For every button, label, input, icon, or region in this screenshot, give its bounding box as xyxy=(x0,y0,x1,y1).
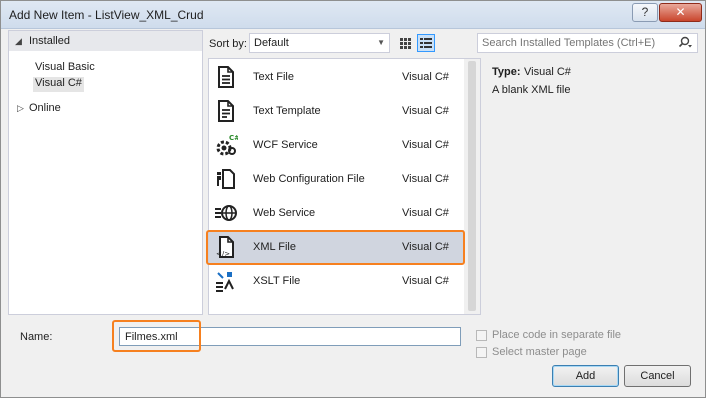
search-input[interactable] xyxy=(482,36,672,50)
window-title: Add New Item - ListView_XML_Crud xyxy=(9,8,204,22)
separate-file-label: Place code in separate file xyxy=(492,329,622,341)
template-language: Visual C# xyxy=(402,71,449,83)
template-name: Text File xyxy=(253,71,294,83)
web-config-icon xyxy=(217,169,235,189)
dialog-content: ◢ Installed Visual Basic Visual C# ▷ Onl… xyxy=(2,30,704,397)
master-page-label: Select master page xyxy=(492,346,587,358)
tree-node-online[interactable]: ▷ Online xyxy=(9,101,202,117)
svg-text:C#: C# xyxy=(229,134,238,142)
list-item[interactable]: XSLT File Visual C# xyxy=(209,264,465,298)
name-field[interactable] xyxy=(119,327,461,346)
template-search-box[interactable] xyxy=(477,33,698,53)
template-name: Text Template xyxy=(253,105,321,117)
template-language: Visual C# xyxy=(402,275,449,287)
separate-file-checkbox[interactable] xyxy=(476,330,487,341)
type-label: Type: xyxy=(492,66,521,78)
list-item[interactable]: Web Service Visual C# xyxy=(209,196,465,230)
list-view-button[interactable] xyxy=(417,34,435,52)
list-view-icon xyxy=(420,38,432,48)
tree-node-installed[interactable]: ◢ Installed xyxy=(9,31,202,51)
close-button[interactable]: ✕ xyxy=(659,3,702,22)
text-file-icon xyxy=(218,66,234,88)
wcf-service-icon: C# xyxy=(216,134,238,156)
template-language: Visual C# xyxy=(402,207,449,219)
template-language: Visual C# xyxy=(402,105,449,117)
template-list-scrollbar[interactable] xyxy=(464,59,480,314)
tree-item-visual-csharp[interactable]: Visual C# xyxy=(33,77,84,92)
template-description: A blank XML file xyxy=(492,84,571,96)
title-bar[interactable]: Add New Item - ListView_XML_Crud ? ✕ xyxy=(1,1,705,29)
template-info-pane: Type: Visual C# A blank XML file xyxy=(482,58,698,315)
template-language: Visual C# xyxy=(402,173,449,185)
template-name: Web Configuration File xyxy=(253,173,365,185)
tree-label-installed: Installed xyxy=(29,35,70,47)
search-icon[interactable] xyxy=(677,36,693,50)
list-item[interactable]: Web Configuration File Visual C# xyxy=(209,162,465,196)
add-button[interactable]: Add xyxy=(552,365,619,387)
expanded-arrow-icon[interactable]: ◢ xyxy=(15,36,22,47)
tree-label-online: Online xyxy=(29,102,61,114)
template-language: Visual C# xyxy=(402,139,449,151)
category-tree: ◢ Installed Visual Basic Visual C# ▷ Onl… xyxy=(8,30,203,315)
add-new-item-dialog: Add New Item - ListView_XML_Crud ? ✕ ◢ I… xyxy=(0,0,706,398)
chevron-down-icon: ▼ xyxy=(377,38,385,47)
list-item[interactable]: Text File Visual C# xyxy=(209,60,465,94)
scroll-thumb[interactable] xyxy=(468,61,476,311)
master-page-checkbox[interactable] xyxy=(476,347,487,358)
collapsed-arrow-icon[interactable]: ▷ xyxy=(17,103,24,114)
template-list: Text File Visual C# Text Template Visual… xyxy=(208,58,481,315)
help-button[interactable]: ? xyxy=(632,3,658,22)
name-label: Name: xyxy=(20,331,53,343)
cancel-button[interactable]: Cancel xyxy=(624,365,691,387)
sort-by-label: Sort by: xyxy=(209,38,247,50)
text-template-icon xyxy=(218,100,234,122)
tree-item-visual-basic[interactable]: Visual Basic xyxy=(33,61,97,76)
sort-by-value: Default xyxy=(254,37,289,49)
template-name: WCF Service xyxy=(253,139,318,151)
list-item[interactable]: Text Template Visual C# xyxy=(209,94,465,128)
medium-icons-view-button[interactable] xyxy=(396,34,414,52)
web-service-icon xyxy=(215,205,237,221)
selected-item-highlight xyxy=(206,230,465,265)
type-value: Visual C# xyxy=(524,66,571,78)
grid-view-icon xyxy=(400,38,411,49)
template-name: XSLT File xyxy=(253,275,301,287)
xslt-file-icon xyxy=(216,272,234,292)
template-name: Web Service xyxy=(253,207,316,219)
sort-by-select[interactable]: Default ▼ xyxy=(249,33,390,53)
list-item[interactable]: C# WCF Service Visual C# xyxy=(209,128,465,162)
